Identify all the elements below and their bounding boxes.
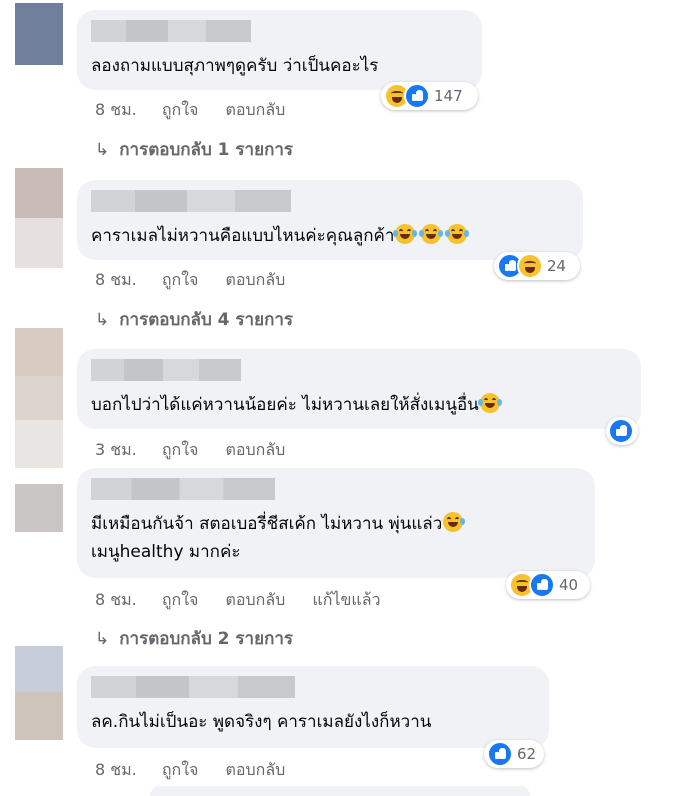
author-name-blurred[interactable] [91, 20, 251, 42]
reply-link[interactable]: ตอบกลับ [226, 100, 286, 119]
reaction-summary[interactable]: 62 [484, 740, 544, 768]
view-replies-link[interactable]: ↳ การตอบกลับ 2 รายการ [95, 625, 293, 649]
reply-link[interactable]: ตอบกลับ [226, 270, 286, 289]
comment-time[interactable]: 8 ชม. [95, 270, 137, 289]
avatar[interactable] [15, 646, 63, 740]
reply-link[interactable]: ตอบกลับ [226, 440, 286, 459]
avatar[interactable] [15, 484, 63, 532]
comment-actions: 3 ชม. ถูกใจ ตอบกลับ [95, 438, 307, 460]
like-link[interactable]: ถูกใจ [162, 590, 199, 609]
author-name-blurred[interactable] [91, 676, 295, 698]
haha-icon [517, 253, 543, 279]
laughing-emoji-icon [445, 224, 470, 244]
like-link[interactable]: ถูกใจ [162, 760, 199, 779]
view-replies-link[interactable]: ↳ การตอบกลับ 4 รายการ [95, 306, 293, 330]
comment-time[interactable]: 3 ชม. [95, 440, 137, 459]
author-name-blurred[interactable] [91, 478, 275, 500]
comment-text: ลองถามแบบสุภาพๆดูครับ ว่าเป็นคอะไร [91, 56, 379, 76]
comment-time[interactable]: 8 ชม. [95, 760, 137, 779]
reply-link[interactable]: ตอบกลับ [226, 590, 286, 609]
laughing-emoji-icon [419, 224, 444, 244]
comment-bubble: คาราเมลไม่หวานคือแบบไหนค่ะคุณลูกค้า [77, 180, 583, 260]
like-icon [529, 572, 555, 598]
laughing-emoji-icon [477, 393, 502, 413]
comment-bubble: บอกไปว่าได้แค่หวานน้อยค่ะ ไม่หวานเลยให้ส… [77, 349, 641, 429]
comment-text: มีเหมือนกันจ้า สตอเบอรี่ชีสเค้ก ไม่หวาน … [91, 510, 582, 538]
reaction-summary[interactable]: 24 [494, 252, 580, 280]
reply-arrow-icon: ↳ [95, 629, 110, 649]
author-name-blurred[interactable] [91, 359, 241, 381]
edited-label: แก้ไขแล้ว [312, 590, 381, 609]
comment-bubble: มีเหมือนกันจ้า สตอเบอรี่ชีสเค้ก ไม่หวาน … [77, 468, 595, 578]
comment-text: ลค.กินไม่เป็นอะ พูดจริงๆ คาราเมลยังไงก็ห… [91, 712, 432, 732]
replies-label: การตอบกลับ 2 รายการ [119, 629, 294, 649]
reply-arrow-icon: ↳ [95, 140, 110, 160]
avatar[interactable] [15, 168, 63, 268]
replies-label: การตอบกลับ 1 รายการ [119, 140, 294, 160]
like-link[interactable]: ถูกใจ [162, 440, 199, 459]
comment-text: คาราเมลไม่หวานคือแบบไหนค่ะคุณลูกค้า [91, 222, 570, 250]
like-link[interactable]: ถูกใจ [162, 100, 199, 119]
comment-bubble: ลองถามแบบสุภาพๆดูครับ ว่าเป็นคอะไร [77, 10, 482, 90]
comment-time[interactable]: 8 ชม. [95, 590, 137, 609]
avatar[interactable] [15, 328, 63, 468]
reaction-summary[interactable] [606, 417, 638, 445]
reaction-count: 62 [517, 745, 537, 763]
view-replies-link[interactable]: ↳ การตอบกลับ 1 รายการ [95, 136, 293, 160]
next-comment-bubble-edge [150, 786, 530, 796]
reaction-count: 40 [559, 576, 579, 594]
comment-time[interactable]: 8 ชม. [95, 100, 137, 119]
comment-actions: 8 ชม. ถูกใจ ตอบกลับ [95, 758, 307, 780]
reply-link[interactable]: ตอบกลับ [226, 760, 286, 779]
reaction-count: 24 [547, 257, 567, 275]
like-link[interactable]: ถูกใจ [162, 270, 199, 289]
reaction-summary[interactable]: 147 [381, 82, 478, 110]
grinning-sweat-emoji-icon [443, 512, 466, 532]
replies-label: การตอบกลับ 4 รายการ [119, 310, 294, 330]
comment-text: บอกไปว่าได้แค่หวานน้อยค่ะ ไม่หวานเลยให้ส… [91, 391, 628, 419]
avatar[interactable] [15, 3, 63, 65]
comment-text-content: คาราเมลไม่หวานคือแบบไหนค่ะคุณลูกค้า [91, 226, 395, 246]
comment-text-line2: เมนูhealthy มากค่ะ [91, 542, 241, 562]
reaction-summary[interactable]: 40 [506, 571, 590, 599]
like-icon [487, 741, 513, 767]
comment-text-content: มีเหมือนกันจ้า สตอเบอรี่ชีสเค้ก ไม่หวาน … [91, 514, 443, 534]
comment-actions: 8 ชม. ถูกใจ ตอบกลับ [95, 268, 307, 290]
comment-bubble: ลค.กินไม่เป็นอะ พูดจริงๆ คาราเมลยังไงก็ห… [77, 666, 549, 748]
laughing-emoji-icon [393, 224, 418, 244]
author-name-blurred[interactable] [91, 190, 291, 212]
comment-actions: 8 ชม. ถูกใจ ตอบกลับ แก้ไขแล้ว [95, 588, 403, 610]
reply-arrow-icon: ↳ [95, 310, 110, 330]
comment-text-content: บอกไปว่าได้แค่หวานน้อยค่ะ ไม่หวานเลยให้ส… [91, 395, 479, 415]
reaction-count: 147 [434, 87, 463, 105]
like-icon [404, 83, 430, 109]
comment-actions: 8 ชม. ถูกใจ ตอบกลับ [95, 98, 307, 120]
like-icon [608, 418, 634, 444]
